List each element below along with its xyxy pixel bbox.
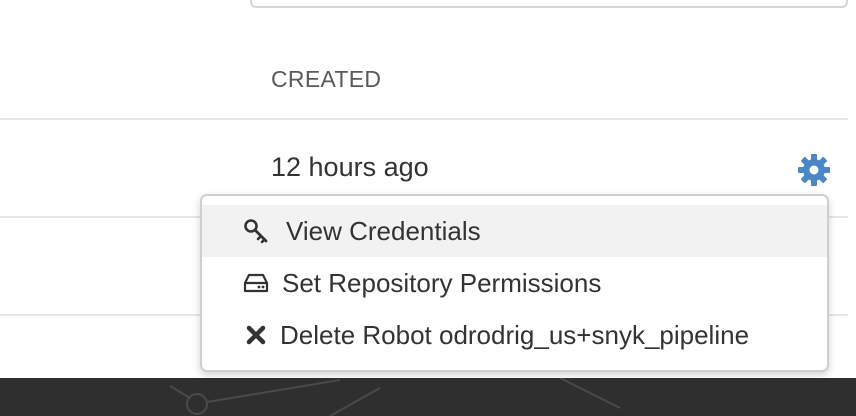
menu-item-delete-robot[interactable]: Delete Robot odrodrig_us+snyk_pipeline <box>202 309 827 361</box>
close-icon <box>236 324 276 346</box>
hdd-icon <box>236 272 276 294</box>
gear-icon[interactable] <box>796 152 832 188</box>
menu-item-label: View Credentials <box>286 215 481 246</box>
filter-input[interactable] <box>250 0 848 8</box>
page: CREATED 12 hours ago View Credentials Se… <box>0 0 856 416</box>
row-created-value: 12 hours ago <box>271 152 429 182</box>
key-icon <box>236 218 276 244</box>
table-divider <box>0 118 848 120</box>
column-header-created[interactable]: CREATED <box>271 66 381 93</box>
menu-item-set-repository-permissions[interactable]: Set Repository Permissions <box>202 257 827 309</box>
dropdown-menu: View Credentials Set Repository Permissi… <box>200 194 829 372</box>
footer <box>0 378 856 416</box>
menu-item-view-credentials[interactable]: View Credentials <box>202 205 827 257</box>
menu-item-label: Set Repository Permissions <box>282 267 602 298</box>
menu-item-label: Delete Robot odrodrig_us+snyk_pipeline <box>280 319 750 350</box>
